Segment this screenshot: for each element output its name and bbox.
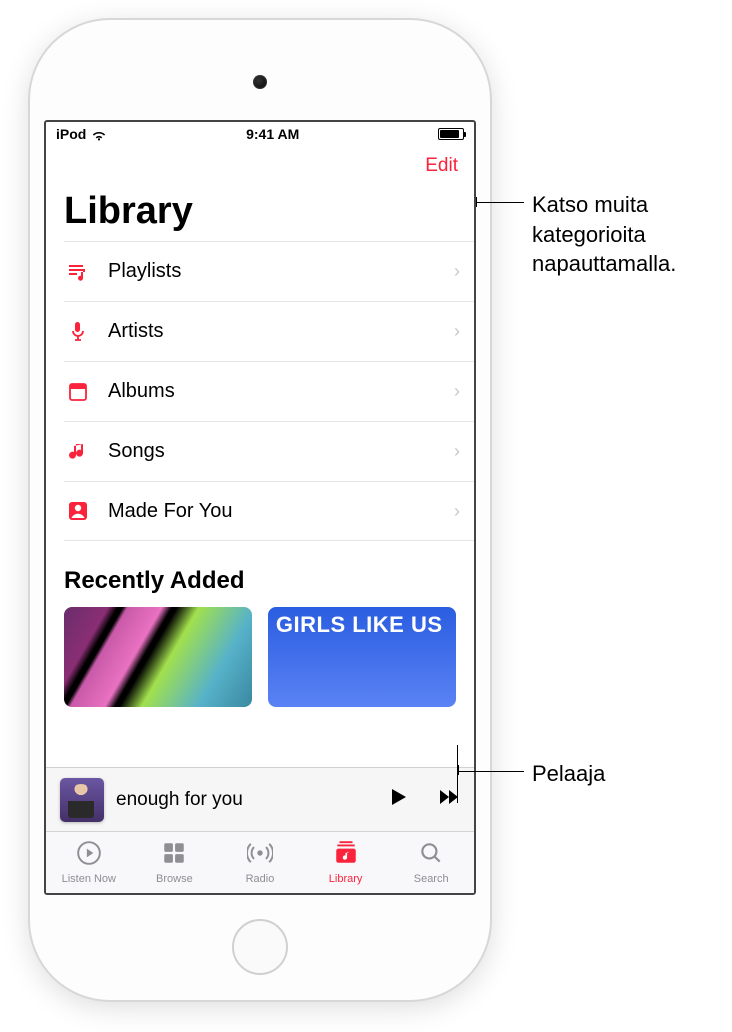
tab-label: Listen Now <box>62 873 116 885</box>
category-playlists[interactable]: Playlists › <box>64 241 474 301</box>
play-circle-icon <box>76 840 102 871</box>
madeforyou-icon <box>64 499 92 523</box>
callout-text: Katso muita kategorioita napauttamalla. <box>532 192 676 276</box>
category-label: Playlists <box>108 260 438 283</box>
page-title: Library <box>46 186 474 241</box>
now-playing-art <box>60 778 104 822</box>
category-songs[interactable]: Songs › <box>64 421 474 481</box>
tab-library[interactable]: Library <box>303 832 389 893</box>
recently-added-title: Recently Added <box>46 541 474 607</box>
callout-text: Pelaaja <box>532 761 605 786</box>
front-camera <box>253 75 267 89</box>
chevron-right-icon: › <box>454 321 460 342</box>
home-button[interactable] <box>232 919 288 975</box>
mini-player[interactable]: enough for you <box>46 767 474 831</box>
play-icon[interactable] <box>386 785 410 814</box>
tab-label: Search <box>414 873 449 885</box>
category-label: Artists <box>108 320 438 343</box>
now-playing-title: enough for you <box>116 789 374 811</box>
screen: iPod 9:41 AM Edit Library Playlists › <box>44 120 476 895</box>
tab-browse[interactable]: Browse <box>132 832 218 893</box>
album-tile[interactable]: GIRLS LIKE US <box>268 607 456 707</box>
chevron-right-icon: › <box>454 441 460 462</box>
tab-label: Browse <box>156 873 193 885</box>
navbar: Edit <box>46 146 474 186</box>
tab-listen-now[interactable]: Listen Now <box>46 832 132 893</box>
category-made-for-you[interactable]: Made For You › <box>64 481 474 541</box>
clock: 9:41 AM <box>246 126 299 142</box>
carrier-label: iPod <box>56 126 86 142</box>
album-caption: GIRLS LIKE US <box>276 613 443 636</box>
chevron-right-icon: › <box>454 381 460 402</box>
search-icon <box>418 840 444 871</box>
category-artists[interactable]: Artists › <box>64 301 474 361</box>
tab-label: Library <box>329 873 363 885</box>
grid-icon <box>161 840 187 871</box>
callout-player: Pelaaja <box>532 759 605 789</box>
recently-added-row: GIRLS LIKE US <box>46 607 474 707</box>
category-label: Songs <box>108 440 438 463</box>
artists-icon <box>64 320 92 344</box>
tab-search[interactable]: Search <box>388 832 474 893</box>
edit-button[interactable]: Edit <box>425 155 458 177</box>
album-tile[interactable] <box>64 607 252 707</box>
battery-icon <box>438 128 464 140</box>
category-list: Playlists › Artists › Albums › <box>64 241 474 541</box>
tab-label: Radio <box>246 873 275 885</box>
playlists-icon <box>64 260 92 284</box>
wifi-icon <box>91 128 107 140</box>
device-frame: iPod 9:41 AM Edit Library Playlists › <box>30 20 490 1000</box>
tab-radio[interactable]: Radio <box>217 832 303 893</box>
category-label: Made For You <box>108 500 438 523</box>
library-icon <box>333 840 359 871</box>
category-albums[interactable]: Albums › <box>64 361 474 421</box>
chevron-right-icon: › <box>454 501 460 522</box>
status-bar: iPod 9:41 AM <box>46 122 474 146</box>
radio-icon <box>247 840 273 871</box>
callout-bracket <box>457 745 458 803</box>
category-label: Albums <box>108 380 438 403</box>
albums-icon <box>64 380 92 404</box>
mini-player-controls <box>386 785 460 814</box>
songs-icon <box>64 440 92 464</box>
tab-bar: Listen Now Browse Radio Library Search <box>46 831 474 893</box>
chevron-right-icon: › <box>454 261 460 282</box>
callout-edit: Katso muita kategorioita napauttamalla. <box>532 190 676 279</box>
